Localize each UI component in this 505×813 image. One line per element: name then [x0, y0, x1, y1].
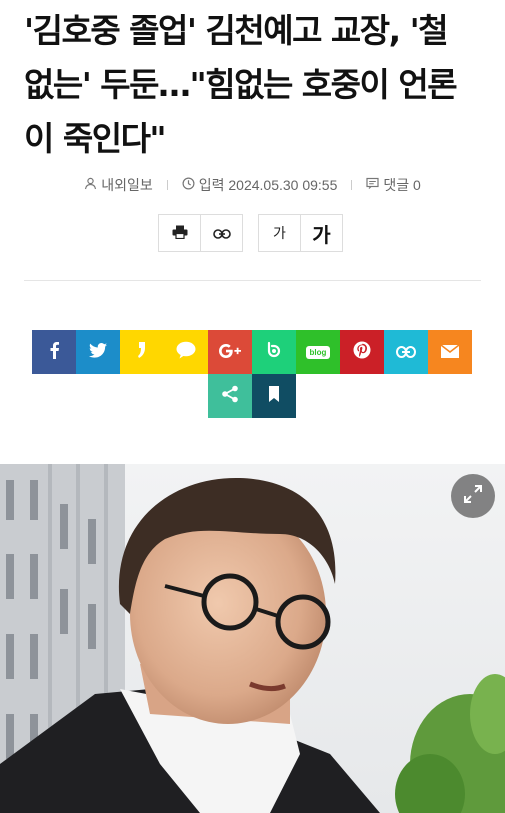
expand-icon [463, 484, 483, 508]
divider [24, 280, 481, 281]
bookmark-icon [268, 386, 280, 406]
naver-blog-icon: blog [305, 345, 331, 359]
print-button[interactable] [158, 214, 201, 252]
article-page: '김호중 졸업' 김천예고 교장, '철 없는' 두둔…"힘없는 호중이 언론 … [0, 0, 505, 813]
tool-group-font: 가 가 [258, 214, 343, 252]
share-kakaotalk-button[interactable] [164, 330, 208, 374]
meta-divider [351, 180, 353, 190]
kakaostory-icon [137, 341, 147, 363]
pinterest-icon [353, 341, 371, 363]
comments-count: 댓글 0 [383, 177, 421, 193]
share-email-button[interactable] [428, 330, 472, 374]
share-bar-secondary [208, 374, 296, 418]
copy-link-button[interactable] [200, 214, 243, 252]
google-plus-icon [219, 343, 241, 362]
share-kakaostory-button[interactable] [120, 330, 164, 374]
share-google-plus-button[interactable] [208, 330, 252, 374]
printer-icon [172, 224, 188, 243]
share-naver-blog-button[interactable]: blog [296, 330, 340, 374]
link-icon [212, 224, 231, 243]
article-headline: '김호중 졸업' 김천예고 교장, '철 없는' 두둔…"힘없는 호중이 언론 … [24, 11, 458, 158]
share-facebook-button[interactable] [32, 330, 76, 374]
comment-icon [366, 177, 383, 193]
share-pinterest-button[interactable] [340, 330, 384, 374]
author-name: 내외일보 [101, 177, 153, 193]
bookmark-button[interactable] [252, 374, 296, 418]
email-icon [440, 343, 460, 362]
tool-group-actions [158, 214, 243, 252]
meta-divider [166, 180, 168, 190]
date-value: 2024.05.30 09:55 [228, 177, 338, 193]
share-twitter-button[interactable] [76, 330, 120, 374]
share-more-button[interactable] [208, 374, 252, 418]
link-icon [396, 343, 416, 362]
comments-info[interactable]: 댓글 0 [366, 175, 421, 195]
share-bar: blog [32, 330, 472, 374]
share-icon [221, 385, 239, 407]
person-icon [84, 177, 101, 193]
clock-icon [182, 177, 199, 193]
share-band-button[interactable] [252, 330, 296, 374]
share-link-button[interactable] [384, 330, 428, 374]
date-label: 입력 [198, 177, 225, 193]
twitter-icon [89, 342, 107, 362]
facebook-icon [48, 341, 60, 363]
photo-expand-button[interactable] [451, 474, 495, 518]
date-info: 입력 2024.05.30 09:55 [182, 175, 338, 195]
kakaotalk-icon [176, 341, 196, 363]
band-icon [266, 341, 282, 363]
author-info: 내외일보 [84, 175, 153, 195]
article-photo[interactable] [0, 464, 505, 813]
article-meta: 내외일보 입력 2024.05.30 09:55 댓글 0 [0, 175, 505, 195]
font-size-increase-button[interactable]: 가 [300, 214, 343, 252]
font-size-decrease-button[interactable]: 가 [258, 214, 301, 252]
